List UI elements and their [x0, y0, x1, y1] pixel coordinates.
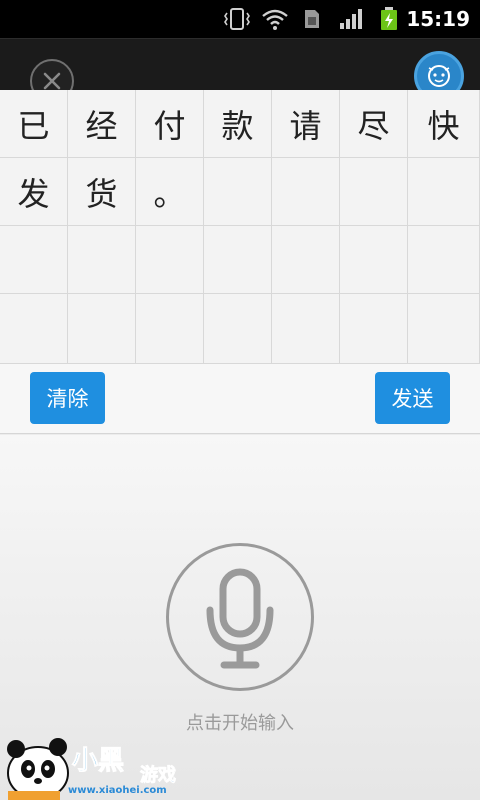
grid-cell[interactable] — [68, 294, 136, 364]
grid-cell[interactable]: 请 — [272, 90, 340, 158]
status-bar: 15:19 — [0, 0, 480, 38]
grid-cell[interactable] — [0, 294, 68, 364]
grid-cell[interactable]: 经 — [68, 90, 136, 158]
vibrate-icon — [224, 8, 250, 30]
grid-cell[interactable]: 付 — [136, 90, 204, 158]
grid-cell[interactable]: 发 — [0, 158, 68, 226]
grid-cell[interactable]: 尽 — [340, 90, 408, 158]
svg-text:小黑: 小黑 — [72, 746, 124, 776]
grid-cell[interactable] — [204, 294, 272, 364]
grid-cell[interactable] — [204, 158, 272, 226]
wifi-icon — [262, 9, 288, 30]
grid-cell[interactable] — [272, 158, 340, 226]
grid-cell[interactable] — [136, 294, 204, 364]
watermark-url: www.xiaohei.com — [68, 785, 167, 796]
clear-button[interactable]: 清除 — [30, 372, 105, 424]
battery-charging-icon — [381, 7, 397, 30]
grid-cell[interactable] — [136, 226, 204, 294]
grid-cell[interactable] — [0, 226, 68, 294]
microphone-icon — [206, 568, 274, 669]
grid-cell[interactable]: 快 — [408, 90, 480, 158]
grid-cell[interactable]: 已 — [0, 90, 68, 158]
svg-text:游戏: 游戏 — [140, 764, 176, 786]
sim-icon — [305, 10, 319, 28]
grid-cell[interactable] — [408, 226, 480, 294]
recognized-text-grid[interactable]: 已 经 付 款 请 尽 快 发 货 。 — [0, 90, 480, 364]
grid-cell[interactable] — [340, 294, 408, 364]
send-button[interactable]: 发送 — [375, 372, 450, 424]
microphone-button[interactable] — [166, 543, 314, 691]
action-bar: 清除 发送 — [0, 364, 480, 434]
grid-cell[interactable]: 款 — [204, 90, 272, 158]
watermark-logo: 小黑 游戏 www.xiaohei.com — [0, 725, 200, 800]
grid-cell[interactable] — [272, 226, 340, 294]
grid-cell[interactable]: 。 — [136, 158, 204, 226]
grid-cell[interactable] — [204, 226, 272, 294]
grid-cell[interactable]: 货 — [68, 158, 136, 226]
grid-cell[interactable] — [68, 226, 136, 294]
grid-cell[interactable] — [340, 226, 408, 294]
grid-cell[interactable] — [340, 158, 408, 226]
grid-cell[interactable] — [408, 158, 480, 226]
grid-cell[interactable] — [272, 294, 340, 364]
signal-icon — [340, 9, 362, 29]
app-header — [0, 38, 480, 103]
clock: 15:19 — [406, 7, 470, 31]
grid-cell[interactable] — [408, 294, 480, 364]
